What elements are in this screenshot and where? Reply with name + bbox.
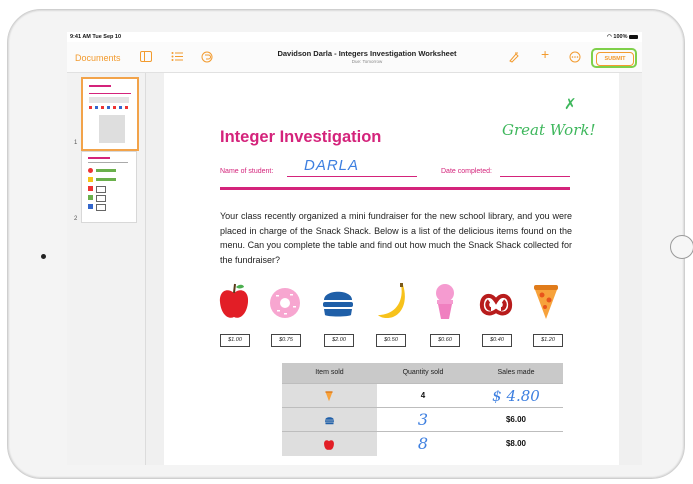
- toolbar: Documents Davidson Darla - Integers Inve…: [67, 42, 642, 73]
- table-row-2-sales[interactable]: $6.00: [469, 407, 563, 432]
- burger-icon: [323, 291, 353, 317]
- worksheet-title: Integer Investigation: [220, 128, 382, 146]
- price-tag-apple: $1.00: [220, 334, 250, 347]
- table-row-2-item: [282, 407, 377, 432]
- pizza-icon: [534, 285, 558, 319]
- table-header-quantity: Quantity sold: [377, 363, 469, 383]
- donut-icon: [270, 288, 300, 318]
- name-label: Name of student:: [220, 168, 274, 175]
- table-row-2-quantity[interactable]: 3: [377, 407, 469, 432]
- teacher-comment: Great Work!: [502, 121, 596, 139]
- price-tag-burger: $2.00: [324, 334, 354, 347]
- documents-button[interactable]: Documents: [75, 53, 121, 63]
- date-label: Date completed:: [441, 168, 492, 175]
- table-header-item: Item sold: [282, 363, 377, 383]
- table-row-1-sales[interactable]: $ 4.80: [469, 383, 563, 408]
- table-header-sales: Sales made: [469, 363, 563, 383]
- more-options-icon[interactable]: [569, 51, 581, 66]
- pizza-icon: [325, 391, 333, 402]
- due-date: Due: Tomorrow: [351, 59, 383, 64]
- list-icon[interactable]: [171, 51, 183, 65]
- battery-indicator: ◠ 100%: [607, 34, 638, 40]
- table-row-1-quantity[interactable]: 4: [377, 383, 469, 408]
- home-button[interactable]: [670, 235, 693, 259]
- battery-icon: [629, 34, 638, 39]
- battery-percent: 100%: [613, 34, 628, 40]
- undo-icon[interactable]: [201, 51, 213, 66]
- table-row-1-item: [282, 383, 377, 408]
- price-tag-ice-cream: $0.60: [430, 334, 460, 347]
- markup-pen-icon[interactable]: [508, 51, 520, 66]
- apple-icon: [324, 440, 334, 450]
- ice-cream-icon: [436, 284, 454, 319]
- table-row-3-item: [282, 431, 377, 456]
- worksheet-page: Integer Investigation ✗ Great Work! Name…: [164, 73, 619, 465]
- submit-button[interactable]: SUBMIT: [596, 52, 634, 66]
- add-icon[interactable]: +: [541, 47, 549, 61]
- price-tag-pretzel: $0.40: [482, 334, 512, 347]
- name-line: [287, 176, 417, 177]
- wifi-icon: ◠: [607, 34, 612, 40]
- page-thumbnails-sidebar: 1 2: [67, 73, 146, 465]
- app-screen: 9:41 AM Tue Sep 10 ◠ 100% Documents Davi…: [67, 32, 642, 465]
- banana-icon: [378, 283, 405, 319]
- burger-icon: [325, 417, 334, 425]
- title-divider: [220, 187, 570, 190]
- status-time: 9:41 AM Tue Sep 10: [70, 34, 122, 40]
- page-thumbnail-1[interactable]: [81, 77, 139, 151]
- front-camera: [41, 254, 46, 259]
- price-tag-donut: $0.75: [271, 334, 301, 347]
- page-number-2: 2: [74, 216, 78, 222]
- pretzel-icon: [479, 294, 513, 316]
- page-thumbnail-2[interactable]: [81, 151, 137, 223]
- teacher-mark: ✗: [564, 95, 577, 113]
- price-tag-pizza: $1.20: [533, 334, 563, 347]
- table-row-3-quantity[interactable]: 8: [377, 431, 469, 456]
- document-title: Davidson Darla - Integers Investigation …: [277, 49, 457, 58]
- submit-highlight: SUBMIT: [591, 48, 637, 68]
- apple-icon: [219, 283, 249, 318]
- date-line[interactable]: [500, 176, 570, 177]
- instructions-paragraph: Your class recently organized a mini fun…: [220, 211, 572, 265]
- table-row-3-sales[interactable]: $8.00: [469, 431, 563, 456]
- student-name-handwritten: DARLA: [304, 157, 360, 174]
- sidebar-toggle-icon[interactable]: [140, 51, 152, 65]
- document-area[interactable]: Integer Investigation ✗ Great Work! Name…: [146, 73, 642, 465]
- page-number-1: 1: [74, 140, 78, 146]
- price-tag-banana: $0.50: [376, 334, 406, 347]
